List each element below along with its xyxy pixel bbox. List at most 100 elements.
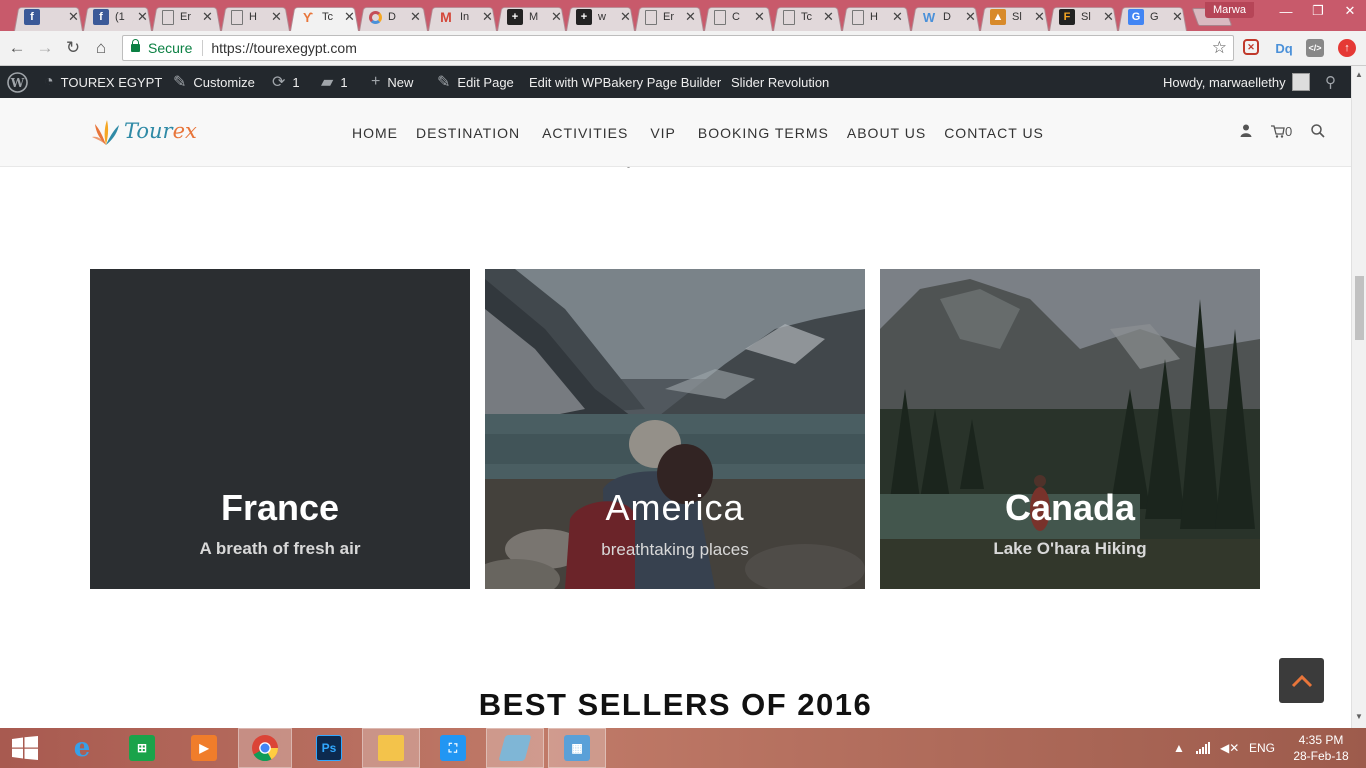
browser-tab[interactable]: G G ✕ [1118,3,1187,31]
profile-name[interactable]: Marwa [1204,2,1254,18]
browser-tab[interactable]: ▲ Sl ✕ [980,3,1049,31]
wp-search-icon[interactable]: ⚲ [1325,66,1336,98]
browser-tab[interactable]: W D ✕ [911,3,980,31]
close-tab-icon[interactable]: ✕ [482,9,493,25]
wp-slider-revolution[interactable]: Slider Revolution [731,66,829,98]
user-account-icon[interactable] [1240,124,1252,140]
start-button[interactable] [0,728,50,768]
upload-extension-icon[interactable]: ↑ [1338,39,1356,57]
code-extension-icon[interactable]: </> [1306,39,1324,57]
destination-card-france[interactable]: France A breath of fresh air [90,269,470,589]
photoshop-icon: Ps [316,735,342,761]
bookmark-star-icon[interactable]: ☆ [1212,38,1227,58]
scroll-thumb[interactable] [1355,276,1364,340]
close-tab-icon[interactable]: ✕ [1103,9,1114,25]
page-scrollbar[interactable]: ▲ ▼ [1351,66,1366,728]
close-tab-icon[interactable]: ✕ [823,9,834,25]
url-text[interactable]: https://tourexegypt.com [211,40,357,56]
close-window-icon[interactable]: ✕ [1334,0,1366,22]
browser-tab[interactable]: + w ✕ [566,3,635,31]
volume-muted-icon[interactable]: ◀✕ [1220,728,1239,768]
wp-wpbakery[interactable]: Edit with WPBakery Page Builder [529,66,721,98]
taskbar-media-player[interactable]: ▶ [175,728,233,768]
nav-booking-terms[interactable]: BOOKING TERMS [698,125,829,141]
taskbar-ie[interactable]: e [53,728,111,768]
document-icon [852,9,864,25]
browser-tab[interactable]: Tc ✕ [773,3,842,31]
scroll-down-arrow-icon[interactable]: ▼ [1355,712,1363,721]
reload-icon[interactable]: ↻ [62,37,84,59]
browser-tab[interactable]: f (1 ✕ [83,3,152,31]
taskbar-notepad[interactable] [486,728,544,768]
site-logo[interactable]: Tourex [90,115,197,147]
minimize-icon[interactable]: — [1270,0,1302,22]
wp-howdy[interactable]: Howdy, marwaellethy [1163,66,1310,98]
forward-icon[interactable]: → [34,37,56,59]
browser-tab[interactable]: + M ✕ [497,3,566,31]
cart-button[interactable]: 0 [1271,124,1292,139]
taskbar-store[interactable]: ⊞ [113,728,171,768]
brush-icon: ✎ [173,74,187,91]
taskbar-chrome[interactable] [238,728,292,768]
search-icon[interactable] [1311,124,1325,141]
clock-time: 4:35 PM [1298,733,1344,747]
close-tab-icon[interactable]: ✕ [137,9,148,25]
browser-tab[interactable]: Er ✕ [635,3,704,31]
tray-show-hidden-icon[interactable]: ▲ [1173,728,1185,768]
close-tab-icon[interactable]: ✕ [620,9,631,25]
dq-extension-icon[interactable]: Dq [1275,39,1293,57]
wp-updates[interactable]: ⟳ 1 [272,66,300,98]
nav-contact-us[interactable]: CONTACT US [944,125,1044,141]
close-tab-icon[interactable]: ✕ [344,9,355,25]
close-tab-icon[interactable]: ✕ [410,9,421,25]
nav-about-us[interactable]: ABOUT US [847,125,926,141]
destination-card-canada[interactable]: Canada Lake O'hara Hiking [880,269,1260,589]
close-tab-icon[interactable]: ✕ [202,9,213,25]
close-tab-icon[interactable]: ✕ [892,9,903,25]
browser-tab[interactable]: C ✕ [704,3,773,31]
nav-activities[interactable]: ACTIVITIES [542,125,628,141]
wp-new[interactable]: + New [371,66,413,98]
close-tab-icon[interactable]: ✕ [68,9,79,25]
taskbar-file-explorer[interactable] [362,728,420,768]
main-nav: HOME DESTINATION ACTIVITIES VIP BOOKING … [352,125,1062,141]
wp-customize[interactable]: ✎ Customize [173,66,255,98]
close-tab-icon[interactable]: ✕ [685,9,696,25]
close-tab-icon[interactable]: ✕ [1034,9,1045,25]
wp-edit-page[interactable]: ✎ Edit Page [437,66,514,98]
wp-logo-icon[interactable]: W [7,66,28,98]
destination-card-america[interactable]: America breathtaking places [485,269,865,589]
home-icon[interactable]: ⌂ [90,37,112,59]
browser-tab[interactable]: H ✕ [842,3,911,31]
address-bar[interactable]: Secure https://tourexegypt.com ☆ [122,35,1234,61]
browser-tab[interactable]: Er ✕ [152,3,221,31]
back-icon[interactable]: ← [6,37,28,59]
browser-tab-active[interactable]: ϒ Tc ✕ [290,3,359,31]
browser-tab[interactable]: f ✕ [14,3,83,31]
close-tab-icon[interactable]: ✕ [754,9,765,25]
taskbar-control-panel[interactable]: ▦ [548,728,606,768]
shield-extension-icon[interactable]: ✕ [1243,39,1259,55]
restore-icon[interactable]: ❐ [1302,0,1334,22]
system-clock[interactable]: 4:35 PM 28-Feb-18 [1285,732,1357,764]
network-signal-icon[interactable] [1196,728,1210,768]
wp-site-name[interactable]: ◔ TOUREX EGYPT [44,66,162,98]
wp-comments[interactable]: ▰ 1 [321,66,348,98]
close-tab-icon[interactable]: ✕ [551,9,562,25]
close-tab-icon[interactable]: ✕ [1172,9,1183,25]
browser-tab[interactable]: M In ✕ [428,3,497,31]
taskbar-snipping[interactable]: ⛶ [424,728,482,768]
nav-destination[interactable]: DESTINATION [416,125,520,141]
close-tab-icon[interactable]: ✕ [271,9,282,25]
language-indicator[interactable]: ENG [1249,728,1275,768]
scroll-up-arrow-icon[interactable]: ▲ [1355,70,1363,79]
close-tab-icon[interactable]: ✕ [965,9,976,25]
nav-vip[interactable]: VIP [650,125,676,141]
taskbar-photoshop[interactable]: Ps [300,728,358,768]
nav-home[interactable]: HOME [352,125,398,141]
browser-tab[interactable]: D ✕ [359,3,428,31]
tourex-favicon-icon: ϒ [302,9,313,25]
browser-tab[interactable]: F Sl ✕ [1049,3,1118,31]
browser-tab[interactable]: H ✕ [221,3,290,31]
plus-box-icon: + [576,9,592,25]
